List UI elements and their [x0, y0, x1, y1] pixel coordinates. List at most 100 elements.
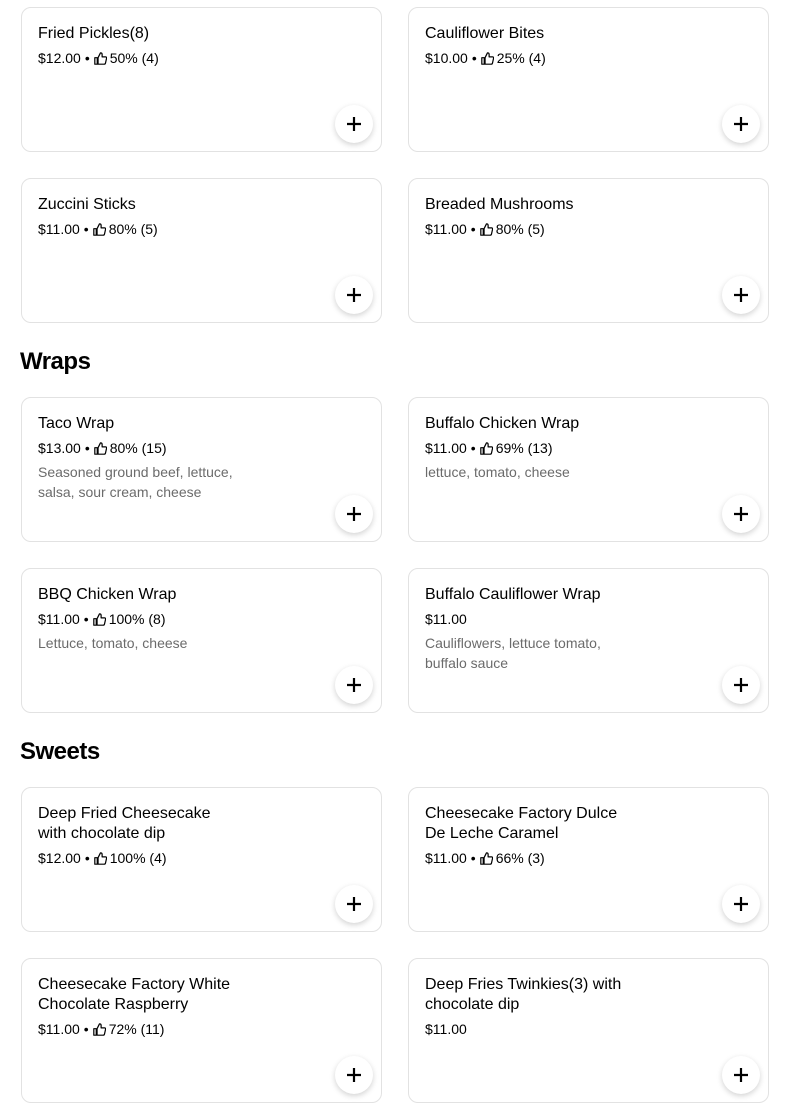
menu-item-info: Breaded Mushrooms $11.00 • 80% (5) — [425, 195, 625, 239]
add-to-cart-button[interactable] — [722, 105, 760, 143]
menu-item-card[interactable]: Breaded Mushrooms $11.00 • 80% (5) — [408, 178, 769, 323]
menu-item-price: $11.00 — [425, 221, 467, 237]
menu-item-meta: $11.00 — [425, 609, 625, 629]
menu-item-card[interactable]: Deep Fried Cheesecake with chocolate dip… — [21, 787, 382, 932]
menu-item-card[interactable]: BBQ Chicken Wrap $11.00 • 100% (8) Lettuce, … — [21, 568, 382, 713]
section-title-sweets: Sweets — [20, 738, 100, 765]
separator-dot: • — [84, 850, 90, 866]
menu-item-description: Cauliflowers, lettuce tomato, buffalo sa… — [425, 635, 601, 671]
menu-item-rating: 72% (11) — [108, 1021, 165, 1037]
menu-item-meta: $11.00 • 72% (11) — [38, 1019, 238, 1039]
thumbs-up-icon — [92, 222, 109, 236]
add-to-cart-button[interactable] — [722, 495, 760, 533]
menu-item-name: Taco Wrap — [38, 415, 115, 432]
menu-item-price: $11.00 — [38, 1021, 80, 1037]
add-to-cart-button[interactable] — [722, 276, 760, 314]
menu-item-rating: 66% (3) — [495, 850, 545, 866]
menu-item-rating: 25% (4) — [496, 50, 546, 66]
menu-item-name: Buffalo Chicken Wrap — [425, 415, 580, 432]
add-to-cart-button[interactable] — [335, 495, 373, 533]
menu-item-meta: $12.00 • 50% (4) — [38, 48, 238, 68]
menu-item-rating: 50% (4) — [109, 50, 159, 66]
plus-icon — [734, 117, 748, 131]
separator-dot: • — [470, 850, 476, 866]
menu-item-name: Fried Pickles(8) — [38, 25, 150, 42]
separator-dot: • — [470, 440, 476, 456]
add-to-cart-button[interactable] — [722, 1056, 760, 1094]
menu-item-name: BBQ Chicken Wrap — [38, 586, 177, 603]
thumbs-up-icon — [93, 851, 110, 865]
thumbs-up-icon — [479, 851, 496, 865]
menu-item-card[interactable]: Taco Wrap $13.00 • 80% (15) Seasoned ground … — [21, 397, 382, 542]
menu-item-rating: 100% (4) — [109, 850, 167, 866]
add-to-cart-button[interactable] — [335, 276, 373, 314]
menu-item-price: $11.00 — [425, 611, 467, 627]
section-title-wraps: Wraps — [20, 348, 91, 375]
menu-item-info: Fried Pickles(8) $12.00 • 50% (4) — [38, 24, 238, 68]
menu-item-meta: $11.00 • 80% (5) — [425, 219, 625, 239]
thumbs-up-icon — [92, 1022, 109, 1036]
menu-item-info: Cauliflower Bites $10.00 • 25% (4) — [425, 24, 625, 68]
menu-item-rating: 69% (13) — [495, 440, 553, 456]
menu-item-name: Cauliflower Bites — [425, 25, 545, 42]
add-to-cart-button[interactable] — [335, 885, 373, 923]
add-to-cart-button[interactable] — [335, 105, 373, 143]
menu-item-name: Buffalo Cauliflower Wrap — [425, 586, 601, 603]
plus-icon — [734, 288, 748, 302]
menu-item-price: $11.00 — [38, 611, 80, 627]
add-to-cart-button[interactable] — [722, 885, 760, 923]
menu-item-meta: $11.00 • 100% (8) — [38, 609, 238, 629]
menu-item-card[interactable]: Fried Pickles(8) $12.00 • 50% (4) — [21, 7, 382, 152]
menu-item-card[interactable]: Cheesecake Factory Dulce De Leche Carame… — [408, 787, 769, 932]
menu-item-card[interactable]: Cauliflower Bites $10.00 • 25% (4) — [408, 7, 769, 152]
menu-item-info: Cheesecake Factory White Chocolate Raspb… — [38, 975, 238, 1039]
add-to-cart-button[interactable] — [335, 1056, 373, 1094]
menu-item-meta: $10.00 • 25% (4) — [425, 48, 625, 68]
menu-item-name: Cheesecake Factory White Chocolate Raspb… — [38, 976, 231, 1013]
menu-item-meta: $13.00 • 80% (15) — [38, 438, 238, 458]
menu-item-price: $11.00 — [425, 440, 467, 456]
thumbs-up-icon — [479, 222, 496, 236]
plus-icon — [347, 678, 361, 692]
menu-item-info: Cheesecake Factory Dulce De Leche Carame… — [425, 804, 625, 868]
plus-icon — [347, 288, 361, 302]
menu-item-info: Buffalo Chicken Wrap $11.00 • 69% (13) lettu… — [425, 414, 625, 482]
menu-item-card[interactable]: Buffalo Cauliflower Wrap $11.00 Cauliflowe… — [408, 568, 769, 713]
menu-item-meta: $11.00 • 69% (13) — [425, 438, 625, 458]
menu-item-name: Deep Fried Cheesecake with chocolate dip — [38, 805, 211, 842]
menu-item-name: Breaded Mushrooms — [425, 196, 574, 213]
menu-item-card[interactable]: Buffalo Chicken Wrap $11.00 • 69% (13) lettu… — [408, 397, 769, 542]
menu-item-rating: 80% (5) — [108, 221, 158, 237]
menu-item-card[interactable]: Deep Fries Twinkies(3) with chocolate di… — [408, 958, 769, 1103]
menu-item-price: $13.00 — [38, 440, 81, 456]
menu-item-price: $11.00 — [38, 221, 80, 237]
menu-item-card[interactable]: Cheesecake Factory White Chocolate Raspb… — [21, 958, 382, 1103]
menu-item-info: Buffalo Cauliflower Wrap $11.00 Cauliflowe… — [425, 585, 625, 673]
separator-dot: • — [83, 1021, 89, 1037]
plus-icon — [734, 507, 748, 521]
thumbs-up-icon — [93, 51, 110, 65]
menu-item-card[interactable]: Zuccini Sticks $11.00 • 80% (5) — [21, 178, 382, 323]
plus-icon — [347, 897, 361, 911]
menu-item-price: $10.00 — [425, 50, 468, 66]
plus-icon — [347, 1068, 361, 1082]
thumbs-up-icon — [92, 612, 109, 626]
separator-dot: • — [84, 440, 90, 456]
separator-dot: • — [83, 221, 89, 237]
menu-item-price: $11.00 — [425, 850, 467, 866]
separator-dot: • — [470, 221, 476, 237]
add-to-cart-button[interactable] — [335, 666, 373, 704]
plus-icon — [347, 507, 361, 521]
menu-item-info: Taco Wrap $13.00 • 80% (15) Seasoned ground … — [38, 414, 238, 502]
add-to-cart-button[interactable] — [722, 666, 760, 704]
menu-item-price: $12.00 — [38, 850, 81, 866]
menu-item-price: $12.00 — [38, 50, 81, 66]
menu-item-rating: 80% (15) — [109, 440, 167, 456]
menu-item-name: Cheesecake Factory Dulce De Leche Carame… — [425, 805, 618, 842]
menu-item-info: BBQ Chicken Wrap $11.00 • 100% (8) Lettuce, … — [38, 585, 238, 653]
separator-dot: • — [84, 50, 90, 66]
menu-item-meta: $11.00 • 80% (5) — [38, 219, 238, 239]
menu-item-info: Deep Fried Cheesecake with chocolate dip… — [38, 804, 238, 868]
menu-item-meta: $11.00 — [425, 1019, 625, 1039]
menu-item-price: $11.00 — [425, 1021, 467, 1037]
